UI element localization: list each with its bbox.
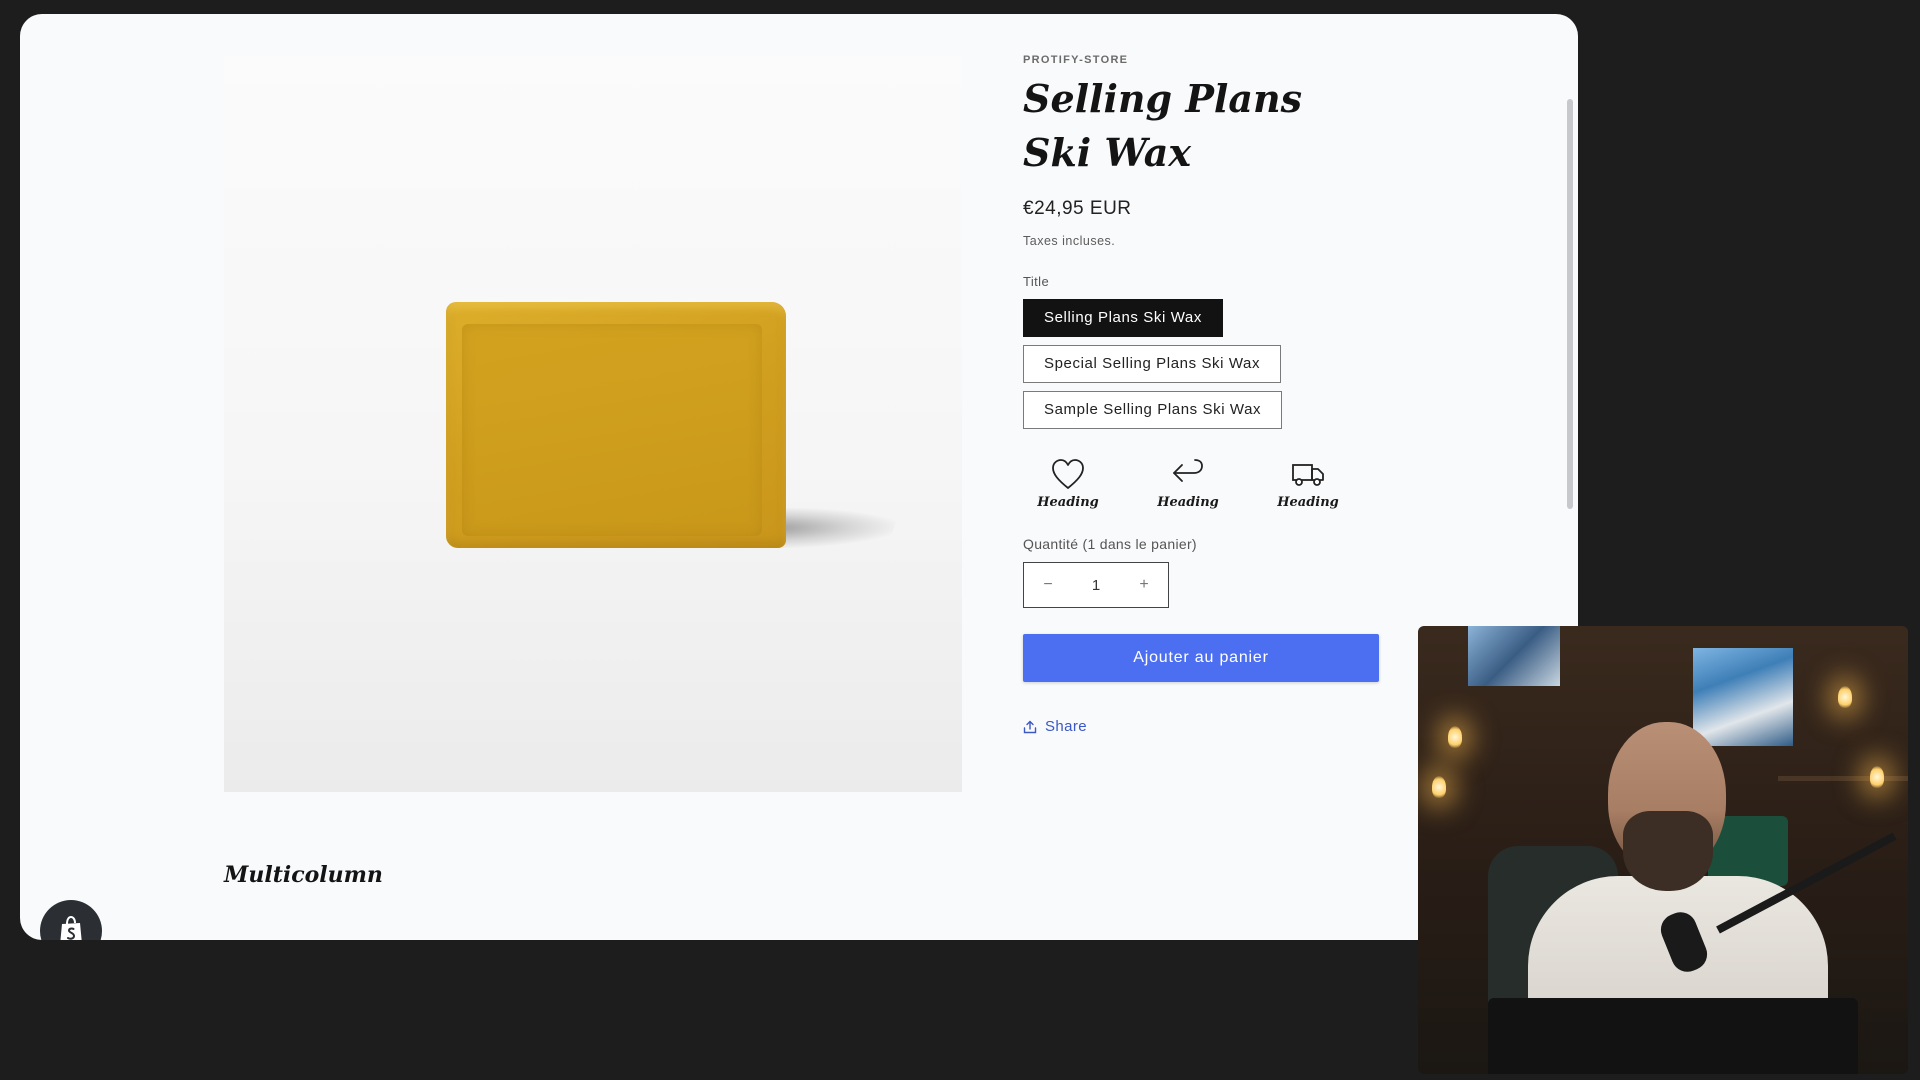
- product-info: PROTIFY-STORE Selling Plans Ski Wax €24,…: [1023, 54, 1383, 735]
- variant-option[interactable]: Special Selling Plans Ski Wax: [1023, 345, 1282, 383]
- share-icon: [1023, 720, 1037, 733]
- quantity-decrement-button[interactable]: −: [1024, 576, 1072, 594]
- product-image[interactable]: [224, 56, 962, 792]
- feature-label: Heading: [1037, 495, 1099, 510]
- share-button[interactable]: Share: [1023, 718, 1383, 735]
- vendor-label: PROTIFY-STORE: [1023, 54, 1129, 66]
- variant-option[interactable]: Selling Plans Ski Wax: [1023, 299, 1223, 337]
- product-title: Selling Plans Ski Wax: [1023, 76, 1303, 175]
- feature-item: Heading: [1143, 457, 1233, 510]
- laptop: [1488, 998, 1858, 1074]
- multicolumn-heading: Multicolumn: [224, 862, 383, 888]
- tax-note: Taxes incluses.: [1023, 234, 1116, 248]
- quantity-input[interactable]: 1: [1092, 577, 1100, 594]
- shopify-badge[interactable]: [40, 900, 102, 940]
- add-to-cart-button[interactable]: Ajouter au panier: [1023, 634, 1379, 682]
- store-page: PROTIFY-STORE Selling Plans Ski Wax €24,…: [20, 14, 1578, 940]
- quantity-increment-button[interactable]: +: [1120, 576, 1168, 594]
- webcam-overlay: [1418, 626, 1908, 1074]
- quantity-stepper: − 1 +: [1023, 562, 1169, 608]
- share-label: Share: [1045, 718, 1088, 735]
- truck-icon: [1292, 464, 1324, 486]
- feature-item: Heading: [1263, 457, 1353, 510]
- wax-bar-image: [446, 302, 786, 548]
- shopify-bag-icon: [60, 915, 82, 940]
- quantity-label: Quantité (1 dans le panier): [1023, 536, 1197, 552]
- return-arrow-icon: [1173, 459, 1203, 482]
- page-scrollbar[interactable]: [1567, 99, 1573, 509]
- feature-label: Heading: [1157, 495, 1219, 510]
- heart-icon: [1052, 459, 1084, 489]
- feature-icons: Heading Heading Heading: [1023, 457, 1353, 510]
- feature-item: Heading: [1023, 457, 1113, 510]
- variant-legend: Title: [1023, 274, 1050, 289]
- variant-option[interactable]: Sample Selling Plans Ski Wax: [1023, 391, 1283, 429]
- product-price: €24,95 EUR: [1023, 198, 1132, 219]
- feature-label: Heading: [1277, 495, 1339, 510]
